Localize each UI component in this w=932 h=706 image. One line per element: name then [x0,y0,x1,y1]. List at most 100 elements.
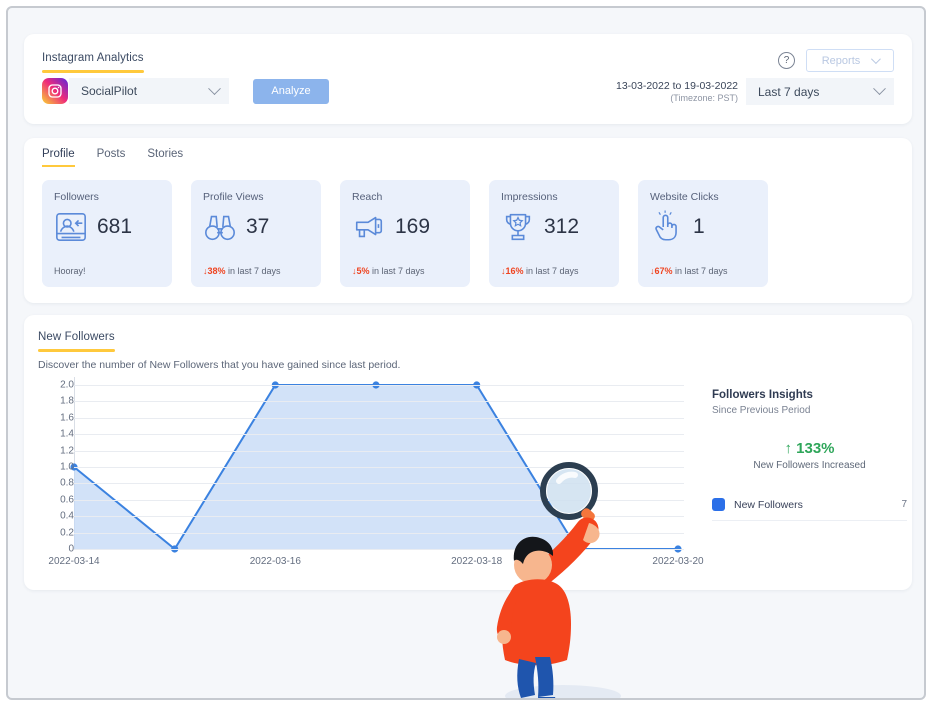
y-axis-tick: 1.8 [60,395,74,407]
chart-title: New Followers [38,327,115,352]
metric-card-value: 312 [544,215,580,238]
metric-card-period: in last 7 days [523,266,579,276]
metric-card-body: 1 [650,210,756,244]
metric-card-footer: Hooray! [54,266,86,276]
timezone-label: (Timezone: PST) [670,93,738,103]
metric-card-footer: ↓67% in last 7 days [650,266,728,276]
binoculars-icon [203,210,237,244]
x-axis-tick: 2022-03-14 [48,556,100,567]
insights-percent-value: 133% [796,440,835,457]
page-title-label: Instagram Analytics [42,52,144,64]
metric-card-website-clicks: Website Clicks 1 ↓67% in last 7 days [638,180,768,287]
metric-card-label: Impressions [501,191,558,203]
insights-percent: ↑ 133% [712,440,907,457]
tab-profile[interactable]: Profile [42,148,75,167]
metric-card-profile-views: Profile Views 37 ↓38% in last 7 days [191,180,321,287]
y-axis-tick: 1.4 [60,428,74,440]
x-axis-tick: 2022-03-16 [249,556,301,567]
title-underline [42,70,144,73]
metric-card-label: Profile Views [203,191,264,203]
metric-card-body: 312 [501,210,607,244]
insights-percent-label: New Followers Increased [753,460,866,471]
date-range-display: 13-03-2022 to 19-03-2022 (Timezone: PST) [616,80,738,103]
account-row: SocialPilot Analyze [42,78,329,104]
metric-cards: Followers 681 Hooray! Profile Views 37 ↓38% i… [42,180,768,287]
header-panel: Instagram Analytics SocialPilot Analyze … [24,34,912,124]
y-axis-tick: 1.6 [60,412,74,424]
y-gridline [74,434,684,436]
metric-card-note: Hooray! [54,266,86,276]
metric-card-footer: ↓16% in last 7 days [501,266,579,276]
y-axis-tick: 0.6 [60,494,74,506]
up-arrow-icon: ↑ [784,440,792,457]
metric-card-delta: 5% [356,266,370,276]
metric-card-label: Website Clicks [650,191,719,203]
chevron-down-icon [208,81,221,95]
metrics-panel: Profile Posts Stories Followers 681 Hooray! P… [24,138,912,303]
metric-card-followers: Followers 681 Hooray! [42,180,172,287]
reports-dropdown[interactable]: Reports [806,49,894,72]
metric-card-body: 169 [352,210,458,244]
page-title: Instagram Analytics [42,48,144,73]
account-select[interactable]: SocialPilot [69,78,229,104]
metric-card-delta: 67% [654,266,673,276]
y-gridline [74,417,684,419]
chevron-down-icon [871,54,882,65]
metric-card-period: in last 7 days [225,266,281,276]
metric-card-reach: Reach 169 ↓5% in last 7 days [340,180,470,287]
insights-title: Followers Insights [712,389,813,401]
tab-posts[interactable]: Posts [97,148,126,167]
metric-card-delta: 16% [505,266,524,276]
metric-card-footer: ↓38% in last 7 days [203,266,281,276]
date-range-value: 13-03-2022 to 19-03-2022 [615,80,738,92]
y-axis-tick: 1.2 [60,445,74,457]
y-axis-tick: 2.0 [60,379,74,391]
y-gridline [74,385,684,386]
y-axis-tick: 0 [68,543,74,555]
metric-card-value: 37 [246,215,270,238]
metric-card-value: 169 [395,215,431,238]
y-axis-tick: 1.0 [60,461,74,473]
range-select[interactable]: Last 7 days [746,78,894,105]
metric-card-period: in last 7 days [672,266,728,276]
chart-legend: New Followers 7 [712,498,907,521]
chevron-down-icon [873,82,886,96]
legend-label: New Followers [734,498,803,511]
insights-subtitle: Since Previous Period [712,405,811,416]
megaphone-icon [352,210,386,244]
metric-card-delta: 38% [207,266,226,276]
metric-card-body: 37 [203,210,309,244]
instagram-icon [42,78,68,104]
followers-insights: Followers Insights Since Previous Period… [712,389,907,521]
y-axis-tick: 0.2 [60,527,74,539]
metric-tabs: Profile Posts Stories [42,148,183,167]
metric-card-value: 681 [97,215,133,238]
y-axis-tick: 0.4 [60,510,74,522]
range-selected-value: Last 7 days [758,84,820,99]
chart-title-label: New Followers [38,331,115,343]
metric-card-footer: ↓5% in last 7 days [352,266,425,276]
help-icon[interactable]: ? [778,52,795,69]
chart-description: Discover the number of New Followers tha… [38,359,401,371]
y-gridline [74,401,684,403]
app-frame: Instagram Analytics SocialPilot Analyze … [6,6,926,700]
metric-card-period: in last 7 days [369,266,425,276]
account-name: SocialPilot [81,84,138,98]
legend-value: 7 [901,499,907,510]
metric-card-label: Reach [352,191,383,203]
person-with-magnifying-glass-illustration [496,462,621,698]
followers-icon [54,210,88,244]
metric-card-value: 1 [693,215,705,238]
reports-label: Reports [821,54,861,67]
metric-card-impressions: Impressions 312 ↓16% in last 7 days [489,180,619,287]
tab-stories[interactable]: Stories [147,148,183,167]
click-hand-icon [650,210,684,244]
analyze-button[interactable]: Analyze [253,78,329,104]
y-gridline [74,450,684,452]
metric-card-label: Followers [54,191,99,203]
y-axis-tick: 0.8 [60,477,74,489]
legend-color-swatch [712,498,725,511]
trophy-icon [501,210,535,244]
metric-card-body: 681 [54,210,160,244]
chart-title-underline [38,349,115,352]
